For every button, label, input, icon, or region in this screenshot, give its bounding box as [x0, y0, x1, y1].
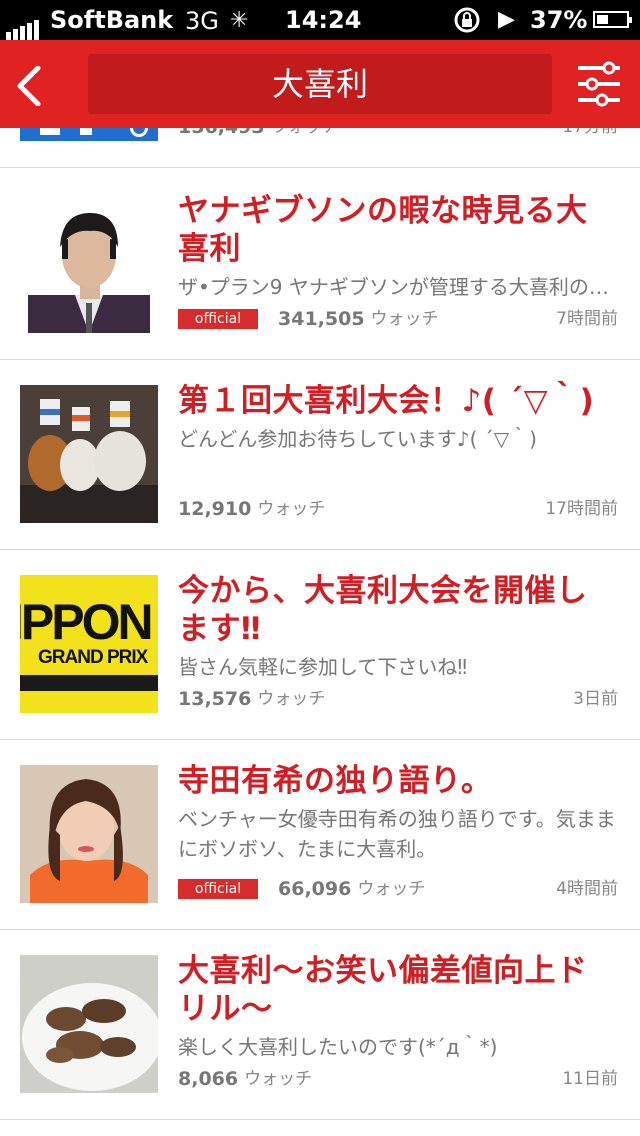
list-item[interactable]: 第１回大喜利大会！♪( ´▽｀) どんどん参加お待ちしています♪( ´▽｀) 1…: [0, 360, 640, 550]
watch-label: ウォッチ: [257, 689, 326, 709]
updated-time: 17時間前: [545, 499, 618, 519]
watch-count: 341,505: [278, 308, 365, 330]
thumbnail-image: [20, 195, 158, 333]
page-title: 大喜利: [88, 54, 552, 114]
watch-count: 66,096: [278, 878, 352, 900]
thumbnail-image: IPPON GRAND PRIX: [20, 575, 158, 713]
updated-time: 11日前: [562, 1069, 618, 1089]
item-title[interactable]: ヤナギブソンの暇な時見る大喜利: [178, 192, 618, 268]
navigation-bar: 大喜利: [0, 40, 640, 128]
battery-icon: [593, 11, 632, 28]
carrier-name: SoftBank: [50, 6, 174, 34]
rotation-lock-icon: [452, 6, 482, 40]
item-description: 皆さん気軽に参加して下さいね‼: [178, 655, 468, 679]
item-meta: 156,493 ウォッチ 17分前: [178, 128, 618, 142]
list-item[interactable]: 大喜利〜お笑い偏差値向上ドリル〜 楽しく大喜利したいのです(*´д｀*) 8,0…: [0, 930, 640, 1120]
thumbnail-image: [20, 128, 158, 141]
item-meta: official 341,505 ウォッチ 7時間前: [178, 304, 618, 334]
back-button[interactable]: [8, 50, 60, 118]
official-badge: official: [178, 879, 258, 899]
watch-label: ウォッチ: [370, 309, 439, 329]
status-time: 14:24: [285, 6, 362, 34]
updated-time: 3日前: [573, 689, 618, 709]
watch-count: 8,066: [178, 1068, 239, 1090]
watch-count: 156,493: [178, 128, 265, 138]
thumbnail-logo-subtext: GRAND PRIX: [38, 647, 148, 668]
filter-button[interactable]: [574, 58, 624, 110]
item-meta: 12,910 ウォッチ 17時間前: [178, 494, 618, 524]
watch-count: 13,576: [178, 688, 252, 710]
activity-spinner-icon: ✳: [230, 8, 249, 33]
content-list[interactable]: 156,493 ウォッチ 17分前 ヤナギブソンの暇な時見る大喜利 ザ•プラン9 …: [0, 128, 640, 1136]
sliders-icon: [578, 61, 620, 107]
updated-time: 7時間前: [556, 309, 618, 329]
thumbnail-image: [20, 955, 158, 1093]
watch-label: ウォッチ: [257, 499, 326, 519]
official-badge: official: [178, 309, 258, 329]
item-meta: 13,576 ウォッチ 3日前: [178, 684, 618, 714]
watch-label: ウォッチ: [357, 879, 426, 899]
list-item[interactable]: 寺田有希の独り語り。 ベンチャー女優寺田有希の独り語りです。気ままにボソボソ、た…: [0, 740, 640, 930]
battery-percent: 37%: [530, 6, 588, 34]
network-type: 3G: [185, 7, 219, 35]
item-meta: 8,066 ウォッチ 11日前: [178, 1064, 618, 1094]
item-title[interactable]: 第１回大喜利大会！♪( ´▽｀): [178, 382, 618, 420]
item-title[interactable]: 今から、大喜利大会を開催します‼: [178, 572, 618, 648]
status-bar: SoftBank 3G ✳ 14:24 ▶ 37%: [0, 0, 640, 40]
watch-label: ウォッチ: [271, 128, 339, 137]
item-title[interactable]: 寺田有希の独り語り。: [178, 762, 618, 800]
chevron-left-icon: [17, 66, 41, 106]
item-meta: official 66,096 ウォッチ 4時間前: [178, 874, 618, 904]
item-description: ザ•プラン9 ヤナギブソンが管理する大喜利の…: [178, 275, 609, 299]
item-description: 楽しく大喜利したいのです(*´д｀*): [178, 1035, 498, 1059]
thumbnail-image: [20, 385, 158, 523]
watch-label: ウォッチ: [244, 1069, 313, 1089]
item-description: ベンチャー女優寺田有希の独り語りです。気ままにボソボソ、たまに大喜利。: [178, 807, 616, 861]
updated-time: 17分前: [562, 128, 618, 142]
updated-time: 4時間前: [556, 879, 618, 899]
signal-icon: [6, 12, 41, 40]
thumbnail-logo-text: IPPON: [20, 594, 154, 650]
thumbnail-image: [20, 765, 158, 903]
list-item[interactable]: 156,493 ウォッチ 17分前: [0, 128, 640, 168]
watch-count: 12,910: [178, 498, 252, 520]
list-item[interactable]: IPPON GRAND PRIX 今から、大喜利大会を開催します‼ 皆さん気軽に…: [0, 550, 640, 740]
play-icon: ▶: [498, 7, 515, 32]
item-description: どんどん参加お待ちしています♪( ´▽｀): [178, 427, 537, 451]
item-title[interactable]: 大喜利〜お笑い偏差値向上ドリル〜: [178, 952, 618, 1028]
list-item[interactable]: ヤナギブソンの暇な時見る大喜利 ザ•プラン9 ヤナギブソンが管理する大喜利の… …: [0, 170, 640, 360]
